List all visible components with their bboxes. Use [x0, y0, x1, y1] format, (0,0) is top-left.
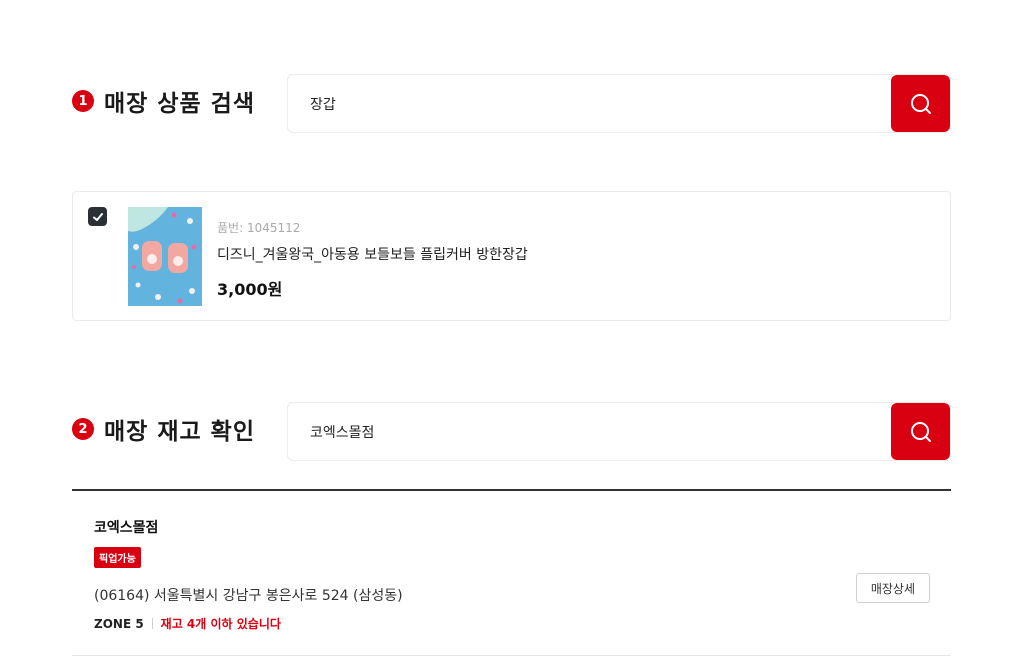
store-item: 코엑스몰점 픽업가능 (06164) 서울특별시 강남구 봉은사로 524 (삼… [72, 491, 951, 656]
store-stock-info: ZONE 5 재고 4개 이하 있습니다 [94, 615, 281, 632]
product-search-title: 1 매장 상품 검색 [72, 84, 255, 118]
search-icon [910, 93, 931, 114]
product-search-button[interactable] [891, 75, 950, 132]
step-number-2: 2 [72, 418, 94, 440]
store-detail-button[interactable]: 매장상세 [855, 573, 930, 603]
product-search-input[interactable] [288, 75, 891, 132]
product-search-heading: 매장 상품 검색 [104, 91, 255, 117]
store-name: 코엑스몰점 [94, 520, 159, 536]
divider [151, 618, 153, 629]
step-number-1: 1 [72, 90, 94, 112]
store-address: (06164) 서울특별시 강남구 봉은사로 524 (삼성동) [94, 588, 403, 604]
stock-status: 재고 4개 이하 있습니다 [160, 617, 281, 631]
product-code: 품번: 1045112 [217, 221, 301, 235]
store-search-button[interactable] [891, 403, 950, 460]
product-checkbox[interactable] [88, 207, 107, 226]
store-search-input[interactable] [288, 403, 891, 460]
product-name[interactable]: 디즈니_겨울왕국_아동용 보들보들 플립커버 방한장갑 [217, 244, 528, 264]
search-icon [910, 421, 931, 442]
pickup-badge: 픽업가능 [94, 547, 141, 568]
store-list: 코엑스몰점 픽업가능 (06164) 서울특별시 강남구 봉은사로 524 (삼… [72, 489, 951, 656]
check-icon [92, 212, 103, 221]
product-price: 3,000원 [217, 280, 283, 299]
product-search-box [287, 74, 951, 133]
store-search-box [287, 402, 951, 461]
store-zone: ZONE 5 [94, 616, 144, 631]
product-card: 품번: 1045112 디즈니_겨울왕국_아동용 보들보들 플립커버 방한장갑 … [72, 191, 951, 321]
stock-check-title: 2 매장 재고 확인 [72, 412, 255, 446]
stock-check-heading: 매장 재고 확인 [104, 419, 255, 445]
product-image[interactable] [128, 207, 202, 306]
